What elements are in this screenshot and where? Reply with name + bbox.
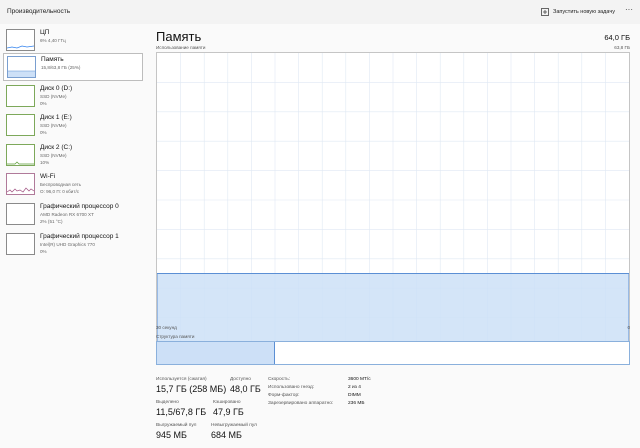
- page-title: Память: [156, 29, 202, 44]
- committed-value: 11,5/67,8 ГБ: [156, 407, 207, 417]
- sidebar-item-name: Графический процессор 0: [40, 203, 119, 210]
- memory-composition-bar: [156, 341, 630, 365]
- run-task-icon: [541, 8, 549, 16]
- in-use-value: 15,7 ГБ (258 МБ): [156, 384, 227, 394]
- usage-graph-label: Использование памяти: [156, 45, 206, 50]
- sidebar-item-detail: Intel(R) UHD Graphics 770: [40, 242, 95, 247]
- memory-mini-graph-icon: [7, 56, 36, 78]
- form-factor-label: Форм-фактор:: [268, 393, 300, 398]
- available-value: 48,0 ГБ: [230, 384, 261, 394]
- sidebar-item-name: Память: [41, 56, 64, 63]
- memory-composition-label: Структура памяти: [156, 334, 195, 339]
- run-new-task-label: Запустить новую задачу: [553, 9, 615, 15]
- memory-usage-area: [157, 273, 629, 347]
- sidebar-item-disk-0[interactable]: Диск 0 (D:) SSD (NVMe) 0%: [3, 83, 143, 111]
- hardware-reserved-value: 236 МБ: [348, 401, 365, 406]
- graph-time-zero: 0: [627, 325, 630, 330]
- sidebar-item-value: 0%: [40, 101, 47, 106]
- sidebar-item-name: Диск 0 (D:): [40, 85, 73, 92]
- sidebar-item-detail: 15,8/63,8 ГБ (25%): [41, 65, 81, 70]
- available-label: Доступно: [230, 377, 251, 382]
- sidebar-item-gpu-1[interactable]: Графический процессор 1 Intel(R) UHD Gra…: [3, 231, 143, 259]
- usage-graph-max: 63,8 ГБ: [614, 45, 630, 50]
- sidebar-item-detail: Беспроводная сеть: [40, 182, 82, 187]
- nonpaged-pool-label: Невыгружаемый пул: [211, 423, 257, 428]
- sidebar-item-memory[interactable]: Память 15,8/63,8 ГБ (25%): [3, 53, 143, 81]
- sidebar-item-detail: AMD Radeon RX 6700 XT: [40, 212, 94, 217]
- speed-label: Скорость:: [268, 377, 291, 382]
- speed-value: 3600 МТ/с: [348, 377, 371, 382]
- cpu-mini-graph-icon: [6, 29, 35, 51]
- cached-label: Кэшировано: [213, 400, 241, 405]
- sidebar-item-value: 10%: [40, 160, 50, 165]
- sidebar-item-cpu[interactable]: ЦП 6% 4,40 ГГц: [3, 27, 143, 55]
- sidebar-item-disk-1[interactable]: Диск 1 (E:) SSD (NVMe) 0%: [3, 112, 143, 140]
- disk-mini-graph-icon: [6, 85, 35, 107]
- sidebar-item-value: 2% (51 °C): [40, 219, 63, 224]
- paged-pool-label: Выгружаемый пул: [156, 423, 197, 428]
- sidebar-item-name: Wi-Fi: [40, 173, 56, 180]
- sidebar-item-name: ЦП: [40, 29, 50, 36]
- sidebar-item-name: Диск 1 (E:): [40, 114, 72, 121]
- sidebar-item-disk-2[interactable]: Диск 2 (C:) SSD (NVMe) 10%: [3, 142, 143, 170]
- sidebar-item-value: 0%: [40, 130, 47, 135]
- sidebar-item-name: Диск 2 (C:): [40, 144, 73, 151]
- page-header: Производительность: [7, 8, 71, 15]
- title-bar: Производительность Запустить новую задач…: [0, 0, 640, 24]
- sidebar-item-detail: SSD (NVMe): [40, 153, 67, 158]
- sidebar-item-wifi[interactable]: Wi-Fi Беспроводная сеть О: 96,0 П: 0 кби…: [3, 171, 143, 199]
- form-factor-value: DIMM: [348, 393, 361, 398]
- sidebar-item-value: О: 96,0 П: 0 кбит/с: [40, 189, 80, 194]
- gpu-mini-graph-icon: [6, 203, 35, 225]
- sidebar-item-detail: 6% 4,40 ГГц: [40, 38, 66, 43]
- total-memory: 64,0 ГБ: [604, 33, 630, 42]
- memory-in-use-segment: [157, 342, 275, 364]
- in-use-label: Используется (сжатая): [156, 377, 207, 382]
- disk-mini-graph-icon: [6, 114, 35, 136]
- slots-used-label: Использовано гнезд:: [268, 385, 315, 390]
- more-options-button[interactable]: ···: [622, 5, 636, 19]
- hardware-reserved-label: Зарезервировано аппаратно:: [268, 401, 334, 406]
- sidebar-item-detail: SSD (NVMe): [40, 94, 67, 99]
- paged-pool-value: 945 МБ: [156, 430, 187, 440]
- sidebar: ЦП 6% 4,40 ГГц Память 15,8/63,8 ГБ (25%)…: [0, 24, 146, 448]
- graph-time-span: 30 секунд: [156, 325, 177, 330]
- slots-used-value: 2 из 4: [348, 385, 361, 390]
- run-new-task-button[interactable]: Запустить новую задачу: [541, 5, 615, 19]
- gpu-mini-graph-icon: [6, 233, 35, 255]
- network-mini-graph-icon: [6, 173, 35, 195]
- sidebar-item-value: 0%: [40, 249, 47, 254]
- sidebar-item-detail: SSD (NVMe): [40, 123, 67, 128]
- memory-panel: Память 64,0 ГБ Использование памяти 63,8…: [146, 24, 640, 448]
- memory-usage-chart: [157, 53, 629, 347]
- sidebar-item-name: Графический процессор 1: [40, 233, 119, 240]
- committed-label: Выделено: [156, 400, 179, 405]
- nonpaged-pool-value: 684 МБ: [211, 430, 242, 440]
- memory-usage-graph: [156, 52, 630, 348]
- disk-mini-graph-icon: [6, 144, 35, 166]
- sidebar-item-gpu-0[interactable]: Графический процессор 0 AMD Radeon RX 67…: [3, 201, 143, 229]
- cached-value: 47,9 ГБ: [213, 407, 244, 417]
